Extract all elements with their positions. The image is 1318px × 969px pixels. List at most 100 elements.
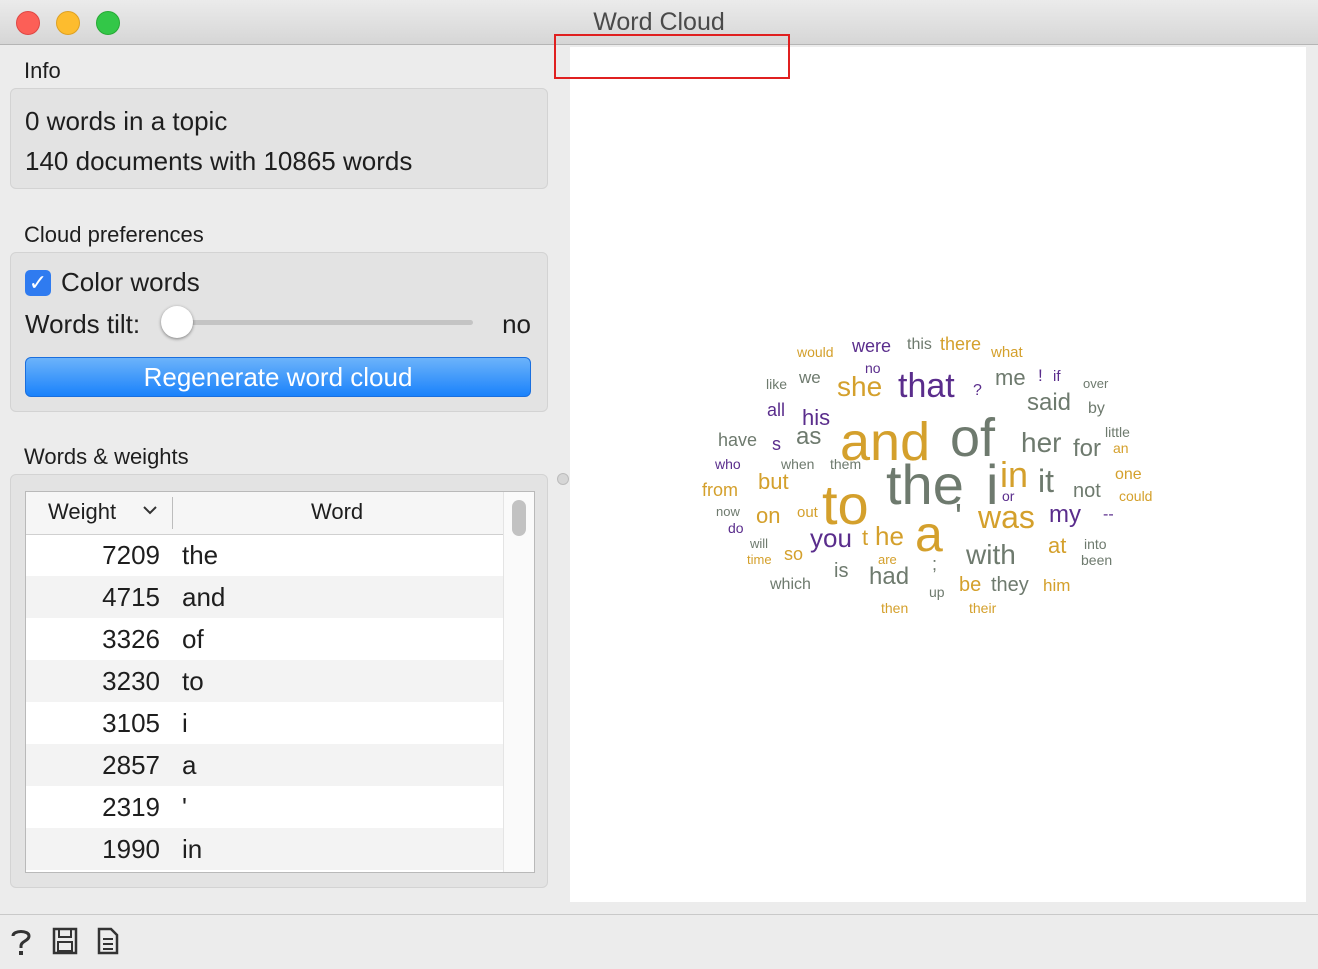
cloud-word: over: [1083, 376, 1109, 391]
table-row[interactable]: 3230 to: [26, 660, 504, 702]
cloud-word: ?: [973, 382, 982, 399]
table-header: Weight Word: [26, 492, 504, 535]
weight-cell: 3230: [102, 666, 160, 696]
window-title: Word Cloud: [593, 8, 725, 36]
weight-cell: 2857: [102, 750, 160, 780]
cloud-word: on: [756, 503, 781, 528]
cloud-word: so: [784, 544, 804, 564]
word-cell: a: [182, 750, 197, 780]
word-cell: and: [182, 582, 226, 612]
cloud-word: were: [852, 336, 892, 356]
cloud-word: or: [1002, 488, 1015, 504]
cloud-word: ': [955, 496, 962, 537]
cloud-word: is: [834, 560, 849, 582]
cloud-word: their: [969, 600, 997, 616]
info-section-label: Info: [24, 58, 61, 83]
cloud-word: little: [1105, 424, 1130, 440]
chevron-down-icon[interactable]: [142, 499, 158, 527]
words-tilt-slider-handle[interactable]: [161, 306, 193, 338]
cloud-word: no: [865, 360, 881, 376]
words-tilt-value: no: [502, 309, 531, 339]
cloud-word: what: [991, 344, 1023, 361]
highlight-box: [554, 34, 790, 79]
bottom-bar: [0, 914, 1318, 969]
cloud-word: not: [1073, 480, 1101, 502]
cloud-word: was: [978, 499, 1035, 535]
cloud-preferences-box: ✓ Color words Words tilt: no Regenerate …: [10, 252, 548, 412]
cloud-word: you: [810, 523, 852, 553]
word-cloud-canvas: and of the to a i in ' was it that she her with you he a…: [570, 47, 1306, 902]
cloud-word: the: [886, 453, 964, 516]
cloud-word: she: [837, 371, 883, 402]
cloud-word: with: [966, 539, 1016, 570]
cloud-word: for: [1073, 435, 1102, 462]
color-words-label[interactable]: Color words: [61, 267, 200, 298]
word-cell: in: [182, 834, 203, 864]
info-box: 0 words in a topic 140 documents with 10…: [10, 88, 548, 189]
words-weights-box: Weight Word 7209 the 4715 and 3326 of 3230 to 31…: [10, 474, 548, 888]
cloud-word: we: [799, 368, 821, 387]
table-row[interactable]: 3105 i: [26, 702, 504, 744]
cloud-word: into: [1084, 536, 1107, 552]
cloud-word: me: [995, 365, 1026, 390]
cloud-word: he: [875, 521, 904, 551]
info-topic-words: 0 words in a topic: [25, 106, 228, 136]
column-separator[interactable]: [172, 497, 173, 529]
word-cell: i: [182, 708, 188, 738]
cloud-word: him: [1043, 576, 1071, 595]
cloud-word: are: [878, 552, 897, 567]
cloud-word: who: [715, 456, 741, 472]
cloud-word: that: [898, 367, 955, 405]
table-row[interactable]: 2319 ': [26, 786, 504, 828]
cloud-word: could: [1119, 488, 1153, 504]
save-icon[interactable]: [52, 927, 78, 960]
word-cell: ': [182, 792, 187, 822]
table-row[interactable]: 4715 and: [26, 576, 504, 618]
words-tilt-slider[interactable]: [181, 320, 473, 325]
weight-column-header[interactable]: Weight: [48, 499, 116, 525]
words-tilt-label: Words tilt:: [25, 309, 141, 339]
cloud-word: ;: [932, 554, 938, 574]
cloud-word: have: [718, 430, 758, 450]
word-column-header[interactable]: Word: [311, 499, 363, 525]
cloud-word: her: [1021, 427, 1062, 458]
cloud-word: --: [1103, 506, 1114, 523]
cloud-preferences-label: Cloud preferences: [24, 222, 204, 247]
cloud-word: at: [1048, 533, 1067, 558]
cloud-word: his: [802, 405, 831, 430]
cloud-word: would: [797, 344, 834, 360]
cloud-word: my: [1049, 501, 1081, 528]
cloud-word: will: [750, 536, 769, 551]
cloud-word: do: [728, 520, 744, 536]
word-cell: the: [182, 540, 219, 570]
scrollbar-thumb[interactable]: [512, 500, 526, 536]
splitter-handle[interactable]: [557, 473, 569, 485]
regenerate-word-cloud-button[interactable]: Regenerate word cloud: [25, 357, 531, 397]
cloud-word: if: [1053, 368, 1061, 385]
cloud-word: then: [881, 600, 909, 616]
cloud-word: time: [747, 552, 772, 567]
table-scrollbar[interactable]: [503, 492, 534, 872]
table-row[interactable]: 2857 a: [26, 744, 504, 786]
table-row[interactable]: 7209 the: [26, 534, 504, 576]
cloud-word: had: [869, 563, 910, 590]
cloud-word: it: [1038, 463, 1054, 499]
help-icon[interactable]: [10, 927, 32, 962]
table-row[interactable]: 3326 of: [26, 618, 504, 660]
color-words-checkbox[interactable]: ✓: [25, 270, 51, 296]
cloud-word: be: [959, 574, 982, 596]
cloud-word: from: [702, 480, 738, 500]
cloud-word: this: [907, 336, 932, 353]
report-icon[interactable]: [96, 927, 120, 960]
cloud-word: !: [1038, 366, 1043, 385]
cloud-word: a: [915, 506, 943, 562]
cloud-word: out: [797, 504, 818, 521]
cloud-word: said: [1027, 389, 1072, 416]
weight-cell: 4715: [102, 582, 160, 612]
cloud-word: which: [770, 576, 811, 593]
table-row[interactable]: 1990 in: [26, 828, 504, 870]
cloud-word: now: [716, 504, 740, 519]
weight-cell: 7209: [102, 540, 160, 570]
cloud-word: by: [1088, 400, 1105, 417]
cloud-word: them: [830, 456, 862, 472]
